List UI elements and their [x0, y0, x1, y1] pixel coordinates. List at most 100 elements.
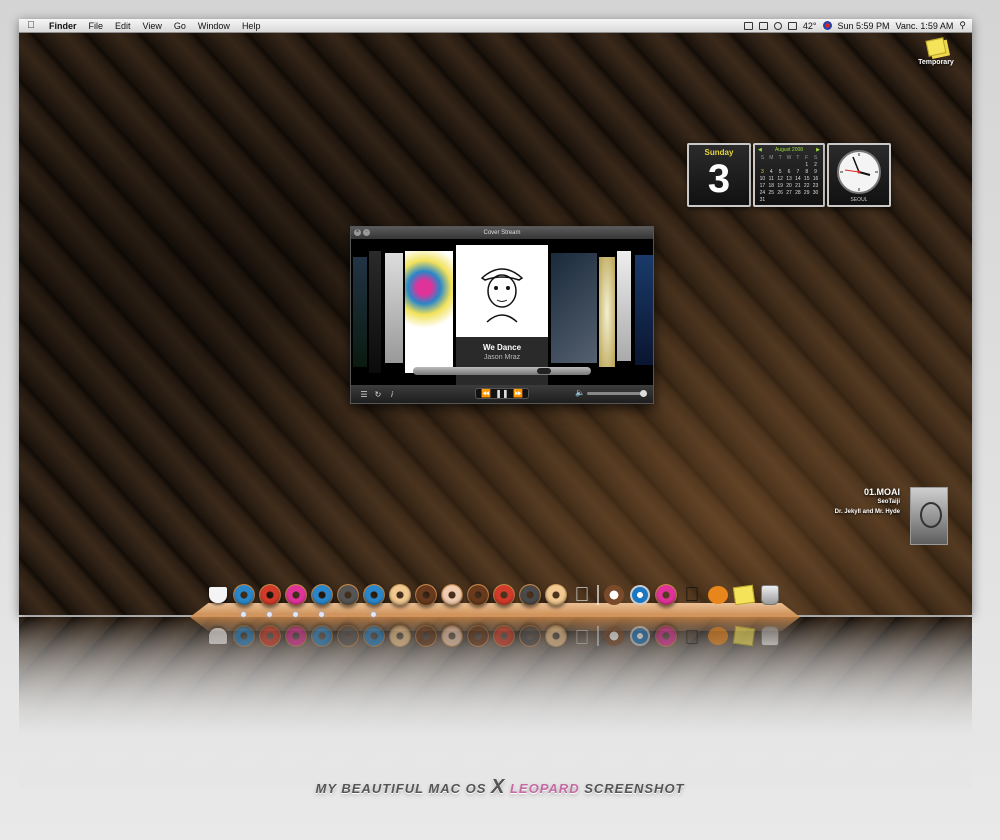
dock-item[interactable]	[543, 582, 569, 608]
dock-item[interactable]: 	[569, 582, 595, 608]
calendar-day[interactable]: 25	[767, 190, 776, 196]
info-icon[interactable]: i	[385, 390, 399, 399]
calendar-day[interactable]: 27	[785, 190, 794, 196]
list-icon[interactable]: ☰	[357, 390, 371, 399]
dock-item[interactable]	[465, 582, 491, 608]
repeat-icon[interactable]: ↻	[371, 390, 385, 399]
dock-item[interactable]: 	[679, 582, 705, 608]
calendar-day[interactable]: 24	[758, 190, 767, 196]
dock-item[interactable]	[413, 582, 439, 608]
dock-item[interactable]	[627, 582, 653, 608]
volume-slider[interactable]	[587, 390, 647, 397]
menu-go[interactable]: Go	[168, 21, 192, 31]
calendar-day[interactable]: 2	[811, 162, 820, 168]
dock-item[interactable]	[283, 582, 309, 617]
album-cover[interactable]	[369, 251, 381, 373]
dock-item[interactable]	[439, 582, 465, 608]
calendar-day[interactable]: 31	[758, 197, 767, 203]
calendar-day[interactable]: 19	[776, 183, 785, 189]
calendar-day[interactable]: 17	[758, 183, 767, 189]
album-cover[interactable]	[405, 251, 453, 373]
menu-file[interactable]: File	[83, 21, 110, 31]
desktop-folder-temporary[interactable]: Temporary	[916, 37, 956, 66]
calendar-day[interactable]: 16	[811, 176, 820, 182]
dock-item[interactable]	[205, 582, 231, 608]
calendar-day[interactable]: 15	[802, 176, 811, 182]
next-month-icon[interactable]: ▶	[816, 147, 820, 153]
mail-icon[interactable]	[743, 21, 753, 30]
calendar-day[interactable]: 18	[767, 183, 776, 189]
calendar-day[interactable]: 9	[811, 169, 820, 175]
dock-item[interactable]	[517, 582, 543, 608]
calendar-day[interactable]: 23	[811, 183, 820, 189]
dock-item[interactable]	[653, 582, 679, 608]
clock-widget[interactable]: SEOUL	[827, 143, 891, 207]
dock-item[interactable]	[491, 582, 517, 608]
world-clock[interactable]: Vanc. 1:59 AM	[896, 21, 954, 31]
album-cover[interactable]	[353, 257, 367, 367]
close-icon[interactable]: ×	[354, 229, 361, 236]
next-icon[interactable]: ⏩	[511, 389, 525, 398]
album-cover[interactable]	[617, 251, 631, 361]
current-album-cover[interactable]: We Dance Jason Mraz	[456, 245, 548, 385]
dock-item[interactable]	[731, 582, 757, 608]
sync-icon[interactable]	[773, 21, 782, 30]
calendar-day[interactable]: 30	[811, 190, 820, 196]
dock-item[interactable]	[601, 582, 627, 608]
calendar-day[interactable]: 7	[793, 169, 802, 175]
album-cover[interactable]	[599, 257, 615, 367]
album-cover[interactable]	[551, 253, 597, 363]
dock-item[interactable]	[387, 582, 413, 608]
calendar-day[interactable]: 20	[785, 183, 794, 189]
calendar-day[interactable]: 11	[767, 176, 776, 182]
calendar-widget[interactable]: ◀ August 2008 ▶ S M T W T F S 1 2 3 4 5 6 7 8 9 10 11 12 13…	[753, 143, 825, 207]
now-playing-artwork[interactable]	[910, 487, 948, 545]
calendar-day[interactable]: 12	[776, 176, 785, 182]
window-titlebar[interactable]: × · Cover Stream	[351, 227, 653, 239]
calendar-day[interactable]: 4	[767, 169, 776, 175]
calendar-day[interactable]: 6	[785, 169, 794, 175]
calendar-day[interactable]: 22	[802, 183, 811, 189]
volume-knob[interactable]	[640, 390, 647, 397]
menu-finder[interactable]: Finder	[43, 21, 83, 31]
calendar-day[interactable]: 26	[776, 190, 785, 196]
cover-scrubber[interactable]	[413, 367, 591, 375]
calendar-day[interactable]: 1	[802, 162, 811, 168]
calendar-day[interactable]: 13	[785, 176, 794, 182]
menu-view[interactable]: View	[137, 21, 168, 31]
dock-item[interactable]	[257, 582, 283, 617]
minimize-icon[interactable]: ·	[363, 229, 370, 236]
apple-menu-icon[interactable]: 	[19, 20, 43, 31]
dock-item[interactable]	[231, 582, 257, 617]
calendar-day[interactable]: 3	[758, 169, 767, 175]
calendar-day[interactable]: 8	[802, 169, 811, 175]
dock-item[interactable]	[335, 582, 361, 608]
dock-item[interactable]	[361, 582, 387, 617]
cover-flow-stage[interactable]: We Dance Jason Mraz	[351, 239, 653, 385]
dock-item[interactable]	[309, 582, 335, 617]
prev-month-icon[interactable]: ◀	[758, 147, 762, 153]
menu-help[interactable]: Help	[236, 21, 267, 31]
inbox-icon[interactable]	[758, 21, 768, 30]
korea-flag-icon[interactable]	[822, 21, 832, 30]
previous-icon[interactable]: ⏪	[479, 389, 493, 398]
calendar-day[interactable]: 10	[758, 176, 767, 182]
calendar-day[interactable]: 28	[793, 190, 802, 196]
pause-icon[interactable]: ❚❚	[495, 389, 509, 398]
calendar-day[interactable]: 29	[802, 190, 811, 196]
spotlight-icon[interactable]: ⚲	[959, 20, 966, 31]
menu-clock[interactable]: Sun 5:59 PM	[838, 21, 890, 31]
dock-item[interactable]	[705, 582, 731, 608]
calendar-day[interactable]: 5	[776, 169, 785, 175]
scrubber-thumb[interactable]	[537, 368, 551, 374]
dock-item[interactable]	[757, 582, 783, 608]
cloud-icon[interactable]	[787, 21, 797, 30]
day-widget[interactable]: Sunday 3	[687, 143, 751, 207]
cover-stream-window[interactable]: × · Cover Stream We Dance Jason Mraz ☰ ↻…	[350, 226, 654, 404]
album-cover[interactable]	[635, 255, 653, 365]
menu-edit[interactable]: Edit	[109, 21, 137, 31]
calendar-day[interactable]: 21	[793, 183, 802, 189]
menu-window[interactable]: Window	[192, 21, 236, 31]
temperature-readout[interactable]: 42°	[803, 21, 817, 31]
calendar-day[interactable]: 14	[793, 176, 802, 182]
